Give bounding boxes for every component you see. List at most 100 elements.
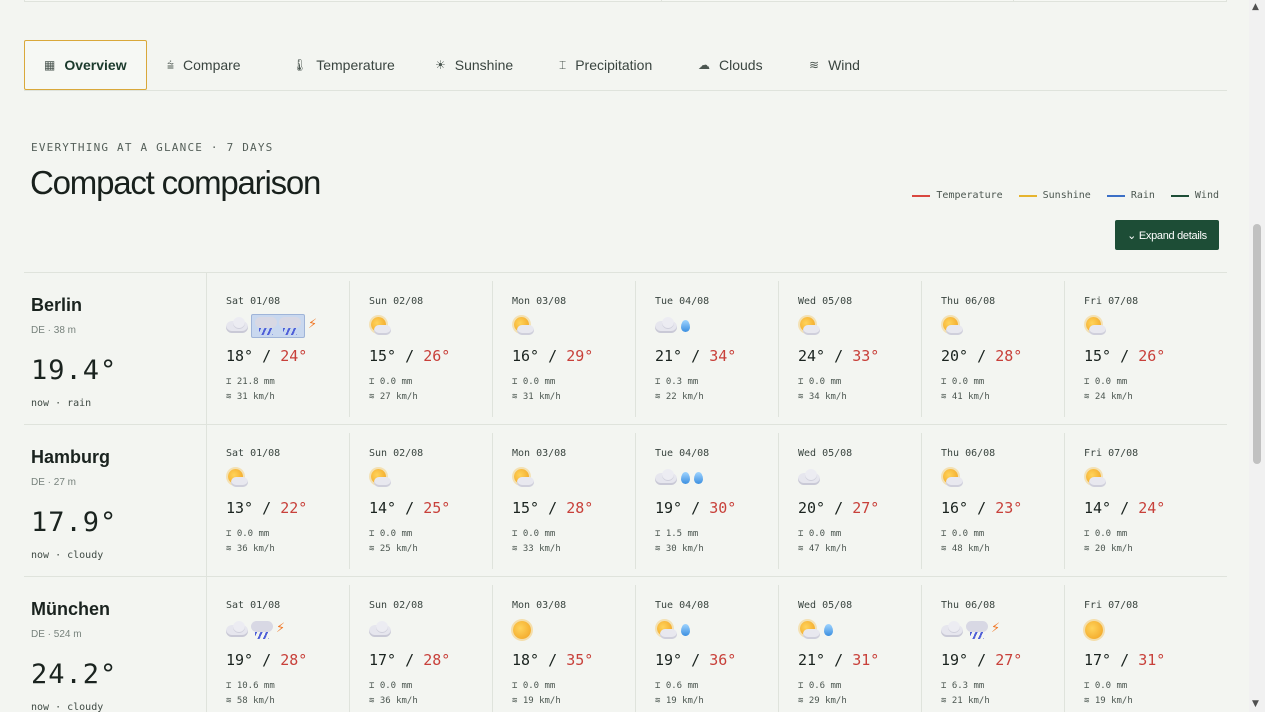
precipitation: ⌶ 0.3 mm [655,377,698,387]
legend-label: Wind [1194,190,1219,201]
precipitation-icon: ⌶ [226,529,232,539]
tab-compare[interactable]: ⩭ Compare [167,40,241,90]
tab-precipitation[interactable]: ⌶ Precipitation [559,40,652,90]
city-summary: Berlin DE · 38 m 19.4° now · rain [24,273,207,425]
tab-temperature[interactable]: 🌡 Temperature [292,40,395,90]
day-cell[interactable]: Sun 02/08 15° / 26° ⌶ 0.0 mm ≋ 27 km/h [350,281,493,417]
tab-clouds[interactable]: ☁ Clouds [698,40,763,90]
temperature-range: 16° / 23° [941,499,1022,517]
weather-icons [226,618,286,642]
day-cell[interactable]: Tue 04/08 19° / 36° ⌶ 0.6 mm ≋ 19 km/h [636,585,779,712]
compare-icon: ⩭ [167,57,175,72]
expand-details-button[interactable]: ⌄ Expand details [1115,220,1219,250]
scrollbar[interactable]: ▲ ▼ [1249,0,1265,712]
precipitation-icon: ⌶ [226,377,232,387]
tab-bar: ▦ Overview ⩭ Compare 🌡 Temperature ☀ Sunshine ⌶ P… [24,40,1227,91]
day-cell[interactable]: Wed 05/08 20° / 27° ⌶ 0.0 mm ≋ 47 km/h [779,433,922,569]
tab-overview[interactable]: ▦ Overview [24,40,147,90]
city-elevation: DE · 524 m [31,629,82,640]
day-cell[interactable]: Sat 01/08 19° / 28° ⌶ 10.6 mm ≋ 58 km/h [207,585,350,712]
partly-cloudy-icon [798,620,820,640]
partly-cloudy-icon [798,316,820,336]
wind-value: 20 km/h [1094,544,1133,554]
day-cell[interactable]: Sat 01/08 13° / 22° ⌶ 0.0 mm ≋ 36 km/h [207,433,350,569]
current-condition: now · rain [31,398,92,409]
temp-high: 28° [995,347,1023,365]
day-cell[interactable]: Fri 07/08 15° / 26° ⌶ 0.0 mm ≋ 24 km/h [1065,281,1208,417]
partly-cloudy-icon [226,468,248,488]
precipitation: ⌶ 0.6 mm [798,681,841,691]
temperature-range: 21° / 31° [798,651,879,669]
precipitation-value: 0.0 mm [379,681,413,691]
day-cell[interactable]: Fri 07/08 14° / 24° ⌶ 0.0 mm ≋ 20 km/h [1065,433,1208,569]
day-cell[interactable]: Thu 06/08 16° / 23° ⌶ 0.0 mm ≋ 48 km/h [922,433,1065,569]
day-label: Fri 07/08 [1084,600,1139,611]
scrollbar-thumb[interactable] [1253,224,1261,464]
scroll-up-arrow-icon[interactable]: ▲ [1252,2,1259,12]
wind-icon: ≋ [941,696,947,706]
weather-icons [798,618,833,642]
wind-value: 19 km/h [522,696,561,706]
precipitation-value: 0.0 mm [522,377,556,387]
sun-icon [1084,620,1104,640]
tab-wind[interactable]: ≋ Wind [809,40,860,90]
day-cell[interactable]: Tue 04/08 21° / 34° ⌶ 0.3 mm ≋ 22 km/h [636,281,779,417]
day-cell[interactable]: Sun 02/08 17° / 28° ⌶ 0.0 mm ≋ 36 km/h [350,585,493,712]
partly-cloudy-icon [1084,316,1106,336]
temp-low: 15° [369,347,397,365]
precipitation-icon: ⌶ [655,681,661,691]
day-cell[interactable]: Mon 03/08 18° / 35° ⌶ 0.0 mm ≋ 19 km/h [493,585,636,712]
current-temperature: 19.4° [31,355,118,386]
temp-separator: / [396,651,424,669]
wind: ≋ 24 km/h [1084,392,1133,402]
temp-high: 24° [280,347,308,365]
wind: ≋ 20 km/h [1084,544,1133,554]
precipitation-icon: ⌶ [655,377,661,387]
city-row-berlin: Berlin DE · 38 m 19.4° now · rain Sat 01/08 1… [24,272,1227,425]
tab-sunshine[interactable]: ☀ Sunshine [435,40,513,90]
day-cell[interactable]: Sun 02/08 14° / 25° ⌶ 0.0 mm ≋ 25 km/h [350,433,493,569]
temperature-range: 16° / 29° [512,347,593,365]
legend-item-rain: Rain [1106,190,1155,201]
day-cell[interactable]: Thu 06/08 19° / 27° ⌶ 6.3 mm ≋ 21 km/h [922,585,1065,712]
temp-high: 34° [709,347,737,365]
temp-high: 28° [423,651,451,669]
partly-cloudy-icon [941,316,963,336]
day-cell[interactable]: Mon 03/08 16° / 29° ⌶ 0.0 mm ≋ 31 km/h [493,281,636,417]
temp-low: 15° [512,499,540,517]
day-cell[interactable]: Fri 07/08 17° / 31° ⌶ 0.0 mm ≋ 19 km/h [1065,585,1208,712]
weather-icons [226,314,318,338]
wind-icon: ≋ [512,392,518,402]
day-cell[interactable]: Mon 03/08 15° / 28° ⌶ 0.0 mm ≋ 33 km/h [493,433,636,569]
weather-icons [226,466,248,490]
wind-value: 24 km/h [1094,392,1133,402]
temp-low: 21° [798,651,826,669]
precipitation-value: 0.0 mm [1094,377,1128,387]
temp-separator: / [396,499,424,517]
weather-icons [512,466,534,490]
temperature-range: 18° / 24° [226,347,307,365]
scroll-down-arrow-icon[interactable]: ▼ [1252,699,1259,709]
city-row-hamburg: Hamburg DE · 27 m 17.9° now · cloudy Sat 01/… [24,424,1227,577]
day-label: Thu 06/08 [941,296,996,307]
wind: ≋ 31 km/h [512,392,561,402]
precipitation-icon: ⌶ [941,377,947,387]
raindrop-icon [680,620,690,640]
precipitation-value: 0.3 mm [665,377,699,387]
temperature-range: 13° / 22° [226,499,307,517]
day-cell[interactable]: Sat 01/08 18° / 24° ⌶ 21.8 mm ≋ 31 km/h [207,281,350,417]
wind-value: 21 km/h [951,696,990,706]
wind-icon: ≋ [798,392,804,402]
wind-icon: ≋ [1084,544,1090,554]
day-cell[interactable]: Tue 04/08 19° / 30° ⌶ 1.5 mm ≋ 30 km/h [636,433,779,569]
wind-value: 34 km/h [808,392,847,402]
precipitation-icon: ⌶ [1084,377,1090,387]
day-cell[interactable]: Wed 05/08 21° / 31° ⌶ 0.6 mm ≋ 29 km/h [779,585,922,712]
day-label: Mon 03/08 [512,600,567,611]
precipitation-value: 6.3 mm [951,681,985,691]
day-cell[interactable]: Wed 05/08 24° / 33° ⌶ 0.0 mm ≋ 34 km/h [779,281,922,417]
day-cell[interactable]: Thu 06/08 20° / 28° ⌶ 0.0 mm ≋ 41 km/h [922,281,1065,417]
raindrop-icon [693,468,703,488]
page-title: Compact comparison [30,164,321,201]
precipitation-value: 0.0 mm [808,377,842,387]
